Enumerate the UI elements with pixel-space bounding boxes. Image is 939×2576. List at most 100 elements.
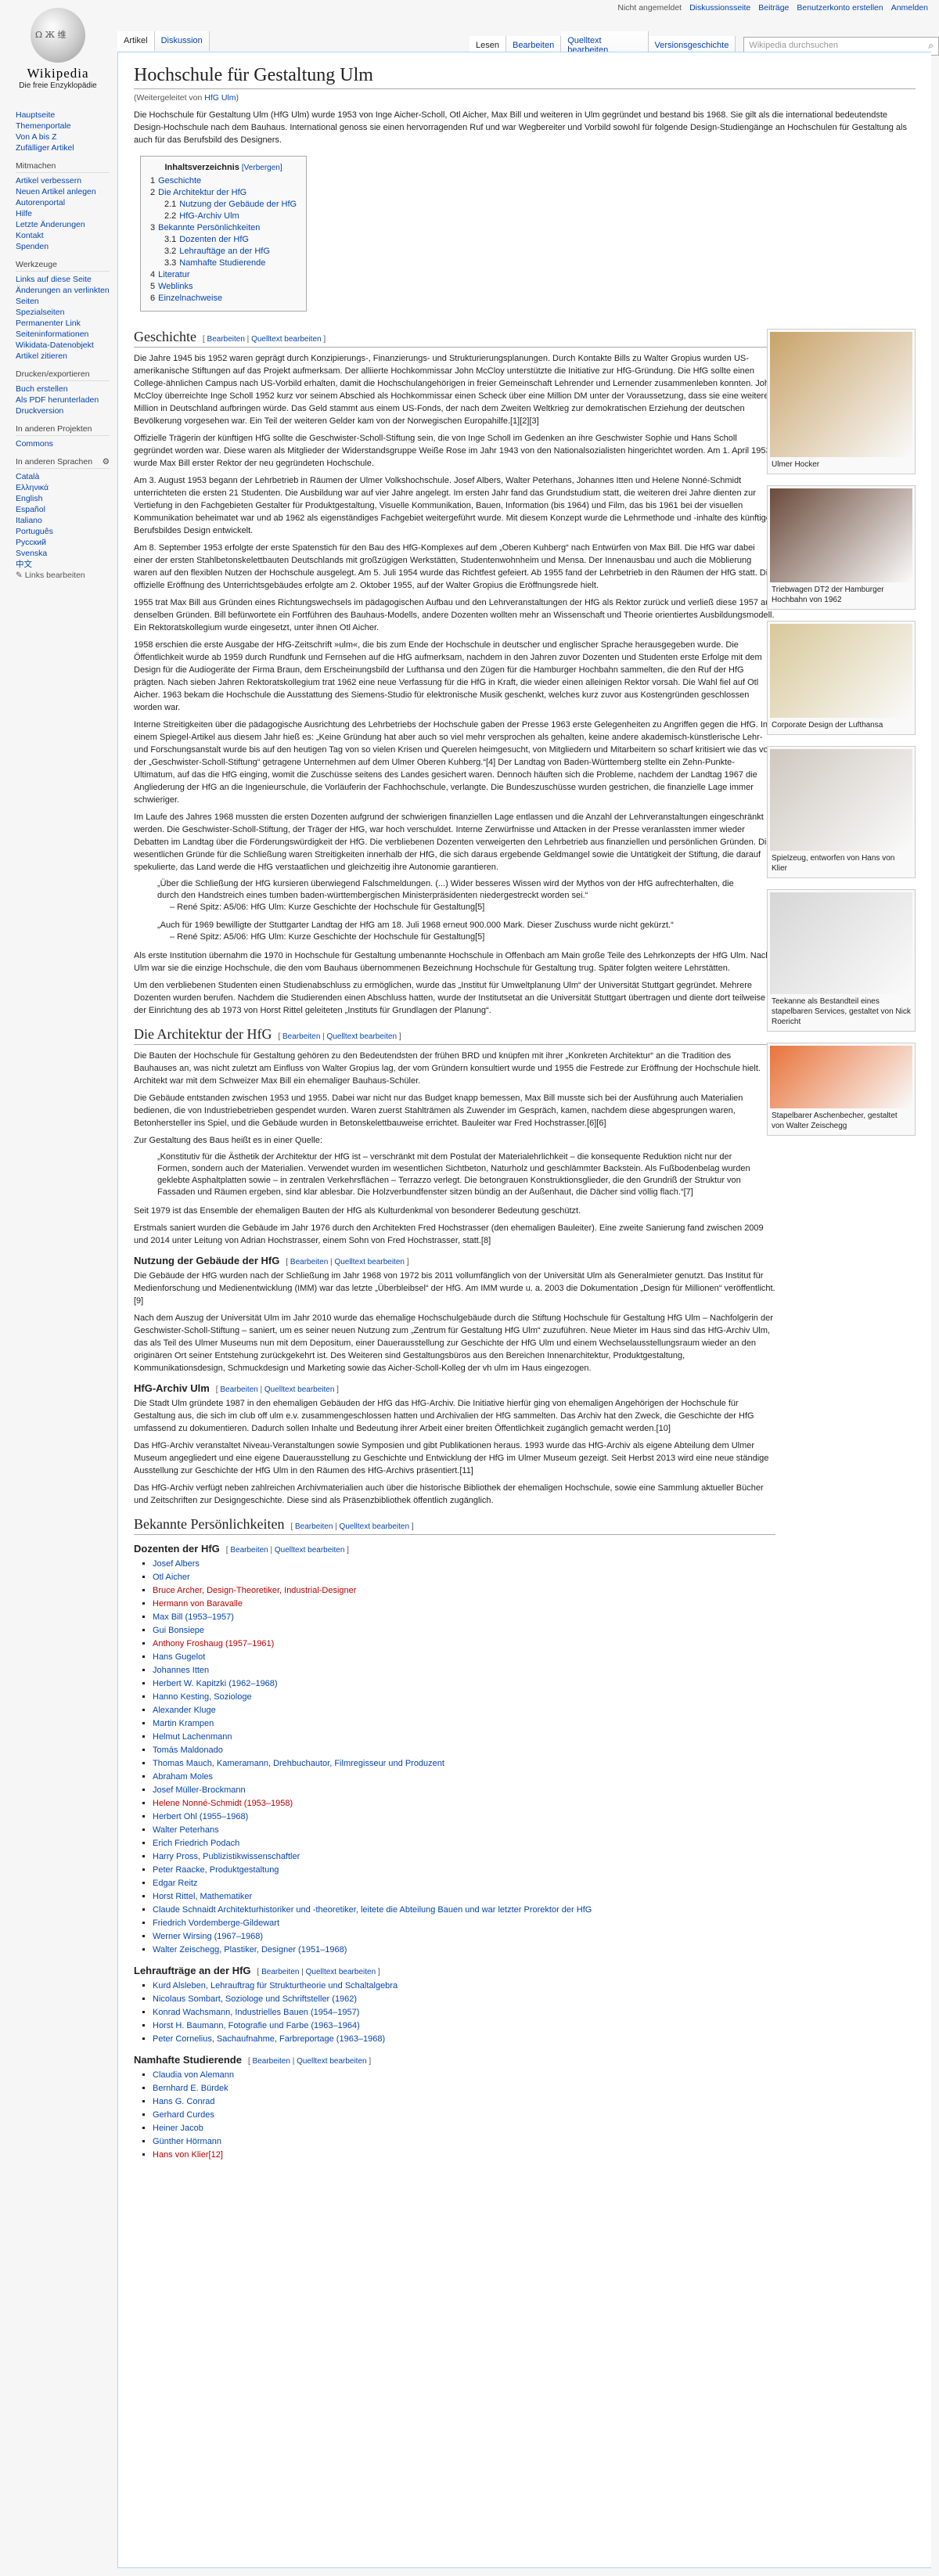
toc-item[interactable]: 1 Geschichte: [150, 175, 297, 187]
person-link[interactable]: Günther Hörmann: [153, 2137, 221, 2146]
person-link[interactable]: Helmut Lachenmann: [153, 1732, 232, 1742]
person-link[interactable]: Herbert W. Kapitzki (1962–1968): [153, 1679, 278, 1688]
sidebar-tools-item[interactable]: Links auf diese Seite: [16, 274, 110, 285]
person-link[interactable]: Heiner Jacob: [153, 2124, 203, 2133]
edit-section-link[interactable]: Bearbeiten: [207, 335, 245, 344]
toc-link[interactable]: Weblinks: [158, 282, 192, 291]
sidebar-participate-item[interactable]: Hilfe: [16, 208, 110, 219]
sidebar-lang-item[interactable]: Ελληνικά: [16, 482, 110, 493]
gear-icon[interactable]: ⚙: [103, 457, 110, 467]
edit-source-section-link[interactable]: Quelltext bearbeiten: [327, 1032, 398, 1041]
toc-item[interactable]: 3.2 Lehrauftäge an der HfG: [150, 246, 297, 258]
person-link[interactable]: Erich Friedrich Podach: [153, 1839, 239, 1848]
sidebar-lang-item[interactable]: 中文: [16, 559, 110, 570]
person-link[interactable]: Hermann von Baravalle: [153, 1599, 243, 1609]
person-link[interactable]: Hans G. Conrad: [153, 2097, 214, 2106]
sidebar-nav-item[interactable]: Themenportale: [16, 121, 110, 132]
person-link[interactable]: Hans von Klier[12]: [153, 2150, 223, 2160]
toc-item[interactable]: 2 Die Architektur der HfG: [150, 187, 297, 199]
edit-source-section-link[interactable]: Quelltext bearbeiten: [264, 1385, 335, 1394]
toc-item[interactable]: 2.2 HfG-Archiv Ulm: [150, 211, 297, 222]
contribs-link[interactable]: Beiträge: [758, 3, 789, 13]
thumbnail-image[interactable]: [770, 1046, 912, 1108]
sidebar-participate-item[interactable]: Letzte Änderungen: [16, 219, 110, 230]
talk-link[interactable]: Diskussionsseite: [689, 3, 750, 13]
person-link[interactable]: Anthony Froshaug (1957–1961): [153, 1639, 274, 1648]
person-link[interactable]: Gerhard Curdes: [153, 2110, 214, 2120]
person-link[interactable]: Horst Rittel, Mathematiker: [153, 1892, 252, 1901]
thumbnail-image[interactable]: [770, 332, 912, 457]
toc-item[interactable]: 5 Weblinks: [150, 281, 297, 293]
edit-section-link[interactable]: Bearbeiten: [295, 1522, 333, 1531]
thumbnail-image[interactable]: [770, 749, 912, 851]
person-link[interactable]: Josef Müller-Brockmann: [153, 1785, 246, 1795]
sidebar-tools-item[interactable]: Permanenter Link: [16, 318, 110, 329]
person-link[interactable]: Hans Gugelot: [153, 1652, 205, 1662]
person-link[interactable]: Werner Wirsing (1967–1968): [153, 1932, 263, 1941]
sidebar-nav-item[interactable]: Zufälliger Artikel: [16, 142, 110, 153]
person-link[interactable]: Kurd Alsleben, Lehrauftrag für Strukturt…: [153, 1981, 398, 1991]
toc-link[interactable]: Lehrauftäge an der HfG: [179, 247, 270, 256]
sidebar-participate-item[interactable]: Neuen Artikel anlegen: [16, 186, 110, 197]
wikipedia-logo[interactable]: Wikipedia Die freie Enzyklopädie: [11, 5, 105, 103]
edit-links[interactable]: ✎ Links bearbeiten: [16, 570, 110, 581]
toc-link[interactable]: Nutzung der Gebäude der HfG: [179, 200, 297, 209]
toc-link[interactable]: Namhafte Studierende: [179, 258, 265, 268]
sidebar-tools-item[interactable]: Wikidata-Datenobjekt: [16, 340, 110, 351]
sidebar-print-item[interactable]: Als PDF herunterladen: [16, 395, 110, 405]
person-link[interactable]: Thomas Mauch, Kameramann, Drehbuchautor,…: [153, 1759, 444, 1768]
sidebar-print-item[interactable]: Buch erstellen: [16, 384, 110, 395]
person-link[interactable]: Harry Pross, Publizistikwissenschaftler: [153, 1852, 300, 1861]
person-link[interactable]: Johannes Itten: [153, 1666, 209, 1675]
person-link[interactable]: Gui Bonsiepe: [153, 1626, 204, 1635]
person-link[interactable]: Hanno Kesting, Soziologe: [153, 1692, 252, 1702]
edit-section-link[interactable]: Bearbeiten: [261, 1968, 299, 1976]
create-account-link[interactable]: Benutzerkonto erstellen: [797, 3, 883, 13]
toc-item[interactable]: 3.3 Namhafte Studierende: [150, 258, 297, 269]
person-link[interactable]: Edgar Reitz: [153, 1879, 197, 1888]
toc-item[interactable]: 6 Einzelnachweise: [150, 293, 297, 304]
person-link[interactable]: Friedrich Vordemberge-Gildewart: [153, 1918, 279, 1928]
sidebar-tools-item[interactable]: Spezialseiten: [16, 307, 110, 318]
person-link[interactable]: Peter Raacke, Produktgestaltung: [153, 1865, 279, 1875]
sidebar-participate-item[interactable]: Artikel verbessern: [16, 175, 110, 186]
person-link[interactable]: Claude Schnaidt Architekturhistoriker un…: [153, 1905, 592, 1915]
sidebar-nav-item[interactable]: Hauptseite: [16, 110, 110, 121]
person-link[interactable]: Konrad Wachsmann, Industrielles Bauen (1…: [153, 2008, 359, 2017]
thumbnail-image[interactable]: [770, 624, 912, 718]
person-link[interactable]: Martin Krampen: [153, 1719, 214, 1728]
toc-hide-toggle[interactable]: [Verbergen]: [242, 164, 282, 172]
sidebar-tools-item[interactable]: Änderungen an verlinkten Seiten: [16, 285, 110, 307]
sidebar-projects-item[interactable]: Commons: [16, 438, 110, 449]
person-link[interactable]: Claudia von Alemann: [153, 2070, 234, 2080]
edit-source-section-link[interactable]: Quelltext bearbeiten: [306, 1968, 376, 1976]
toc-link[interactable]: HfG-Archiv Ulm: [179, 211, 239, 221]
person-link[interactable]: Josef Albers: [153, 1559, 200, 1569]
person-link[interactable]: Walter Zeischegg, Plastiker, Designer (1…: [153, 1945, 347, 1955]
sidebar-tools-item[interactable]: Artikel zitieren: [16, 351, 110, 362]
toc-item[interactable]: 2.1 Nutzung der Gebäude der HfG: [150, 199, 297, 211]
toc-link[interactable]: Literatur: [158, 270, 189, 279]
toc-item[interactable]: 3.1 Dozenten der HfG: [150, 234, 297, 246]
toc-link[interactable]: Die Architektur der HfG: [158, 188, 246, 197]
person-link[interactable]: Otl Aicher: [153, 1573, 190, 1582]
sidebar-participate-item[interactable]: Spenden: [16, 241, 110, 252]
edit-links-label[interactable]: Links bearbeiten: [25, 571, 85, 580]
search-icon[interactable]: ⌕: [928, 40, 934, 52]
person-link[interactable]: Peter Cornelius, Sachaufnahme, Farbrepor…: [153, 2034, 385, 2044]
sidebar-lang-item[interactable]: Italiano: [16, 515, 110, 526]
person-link[interactable]: Bernhard E. Bürdek: [153, 2084, 228, 2093]
sidebar-lang-item[interactable]: English: [16, 493, 110, 504]
sidebar-print-item[interactable]: Druckversion: [16, 405, 110, 416]
sidebar-nav-item[interactable]: Von A bis Z: [16, 132, 110, 142]
sidebar-lang-item[interactable]: Català: [16, 471, 110, 482]
sidebar-lang-item[interactable]: Español: [16, 504, 110, 515]
edit-source-section-link[interactable]: Quelltext bearbeiten: [297, 2057, 367, 2066]
edit-section-link[interactable]: Bearbeiten: [230, 1546, 268, 1555]
sidebar-tools-item[interactable]: Seiteninformationen: [16, 329, 110, 340]
edit-section-link[interactable]: Bearbeiten: [220, 1385, 257, 1394]
sidebar-lang-item[interactable]: Português: [16, 526, 110, 537]
person-link[interactable]: Walter Peterhans: [153, 1825, 219, 1835]
person-link[interactable]: Nicolaus Sombart, Soziologe und Schrifts…: [153, 1994, 357, 2004]
redirect-link[interactable]: HfG Ulm: [204, 93, 236, 103]
